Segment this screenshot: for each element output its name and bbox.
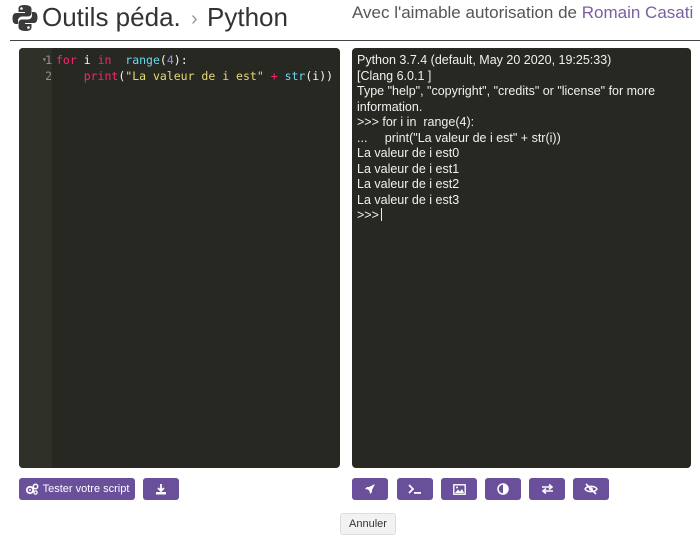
swap-icon: [541, 483, 553, 495]
terminal-button[interactable]: [397, 478, 433, 500]
console-line: Type "help", "copyright", "credits" or "…: [357, 84, 659, 114]
line-number: 2: [45, 69, 52, 83]
contrast-icon: [497, 483, 509, 495]
console-output: Python 3.7.4 (default, May 20 2020, 19:2…: [357, 53, 687, 224]
contrast-button[interactable]: [485, 478, 521, 500]
rocket-icon: [365, 484, 375, 494]
code-text: print("La valeur de i est" + str(i)): [83, 69, 334, 83]
breadcrumb-separator: ›: [191, 8, 198, 30]
line-number: 1: [45, 53, 52, 67]
console-line: La valeur de i est0: [357, 146, 460, 160]
download-icon: [156, 484, 166, 495]
breadcrumb-current: Python: [207, 2, 288, 32]
console-line: La valeur de i est1: [357, 161, 460, 176]
editor-gutter: [19, 48, 52, 468]
console-line: La valeur de i est2: [357, 177, 460, 191]
image-icon: [452, 483, 466, 495]
text-cursor: [380, 208, 382, 221]
image-button[interactable]: [441, 478, 477, 500]
editor-line[interactable]: 1 ▾ for i in range(4):: [19, 52, 340, 68]
editor-line[interactable]: 2 print("La valeur de i est" + str(i)): [19, 68, 340, 84]
header-divider: [10, 40, 700, 41]
gears-icon: [25, 483, 39, 495]
credit-author-link[interactable]: Romain Casati: [582, 3, 694, 22]
run-button[interactable]: [352, 478, 388, 500]
console-prompt[interactable]: >>>: [357, 208, 687, 224]
terminal-icon: [408, 484, 421, 494]
cancel-button[interactable]: Annuler: [340, 513, 396, 535]
credit-prefix: Avec l'aimable autorisation de: [352, 3, 582, 22]
console-line: ... print("La valeur de i est" + str(i)): [357, 130, 561, 145]
code-editor[interactable]: 1 ▾ for i in range(4): 2 print("La valeur d…: [19, 48, 340, 468]
console-line: >>> for i in range(4):: [357, 115, 475, 129]
eye-slash-icon: [584, 483, 598, 495]
python-console[interactable]: Python 3.7.4 (default, May 20 2020, 19:2…: [352, 48, 691, 468]
header: Outils péda. › Python Avec l'aimable aut…: [0, 0, 700, 41]
console-line: Python 3.7.4 (default, May 20 2020, 19:2…: [357, 53, 612, 67]
test-script-button[interactable]: Tester votre script: [19, 478, 135, 500]
code-text: for i in range(4):: [56, 53, 188, 67]
python-logo-icon: [12, 5, 38, 31]
fold-arrow-icon[interactable]: ▾: [42, 52, 47, 68]
console-line: La valeur de i est3: [357, 192, 460, 207]
hide-button[interactable]: [573, 478, 609, 500]
credit-text: Avec l'aimable autorisation de Romain Ca…: [352, 3, 693, 23]
download-button[interactable]: [143, 478, 179, 500]
swap-button[interactable]: [529, 478, 565, 500]
test-script-label: Tester votre script: [42, 483, 130, 495]
console-line: [Clang 6.0.1 ]: [357, 68, 432, 83]
page-title[interactable]: Outils péda.: [42, 2, 181, 33]
